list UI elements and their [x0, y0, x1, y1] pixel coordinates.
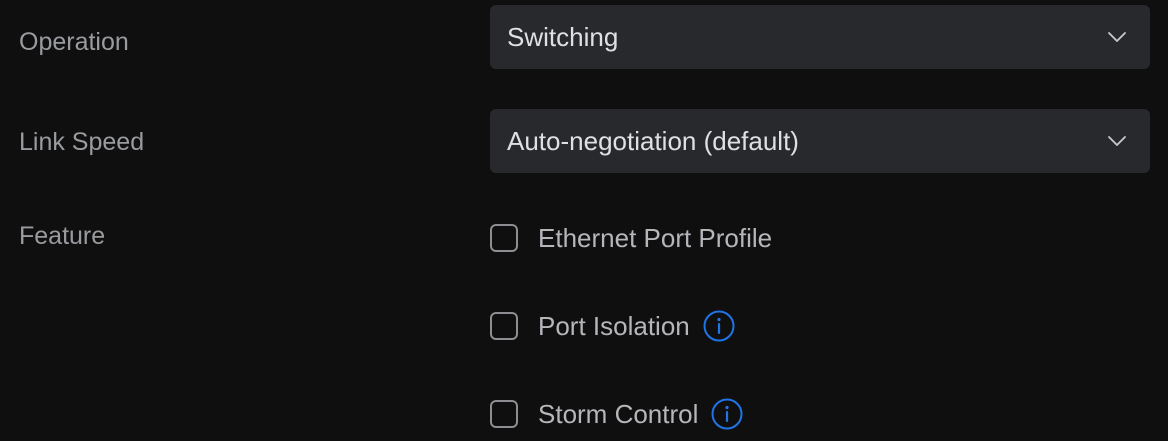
ethernet-port-profile-label[interactable]: Ethernet Port Profile: [538, 223, 772, 254]
storm-control-label[interactable]: Storm Control: [538, 399, 698, 430]
ethernet-port-profile-checkbox[interactable]: [490, 224, 518, 252]
feature-option-ethernet-port-profile: Ethernet Port Profile: [490, 221, 772, 255]
link-speed-select[interactable]: Auto-negotiation (default): [490, 109, 1150, 173]
port-isolation-label[interactable]: Port Isolation: [538, 311, 690, 342]
link-speed-label: Link Speed: [19, 128, 145, 156]
info-icon[interactable]: [703, 310, 735, 342]
feature-option-port-isolation: Port Isolation: [490, 309, 735, 343]
chevron-down-icon: [1106, 130, 1128, 152]
operation-label: Operation: [19, 28, 129, 56]
feature-label: Feature: [19, 222, 106, 250]
operation-select[interactable]: Switching: [490, 5, 1150, 69]
feature-option-storm-control: Storm Control: [490, 397, 743, 431]
storm-control-checkbox[interactable]: [490, 400, 518, 428]
link-speed-select-value: Auto-negotiation (default): [507, 125, 799, 156]
chevron-down-icon: [1106, 26, 1128, 48]
info-icon[interactable]: [711, 398, 743, 430]
operation-select-value: Switching: [507, 21, 619, 52]
port-isolation-checkbox[interactable]: [490, 312, 518, 340]
